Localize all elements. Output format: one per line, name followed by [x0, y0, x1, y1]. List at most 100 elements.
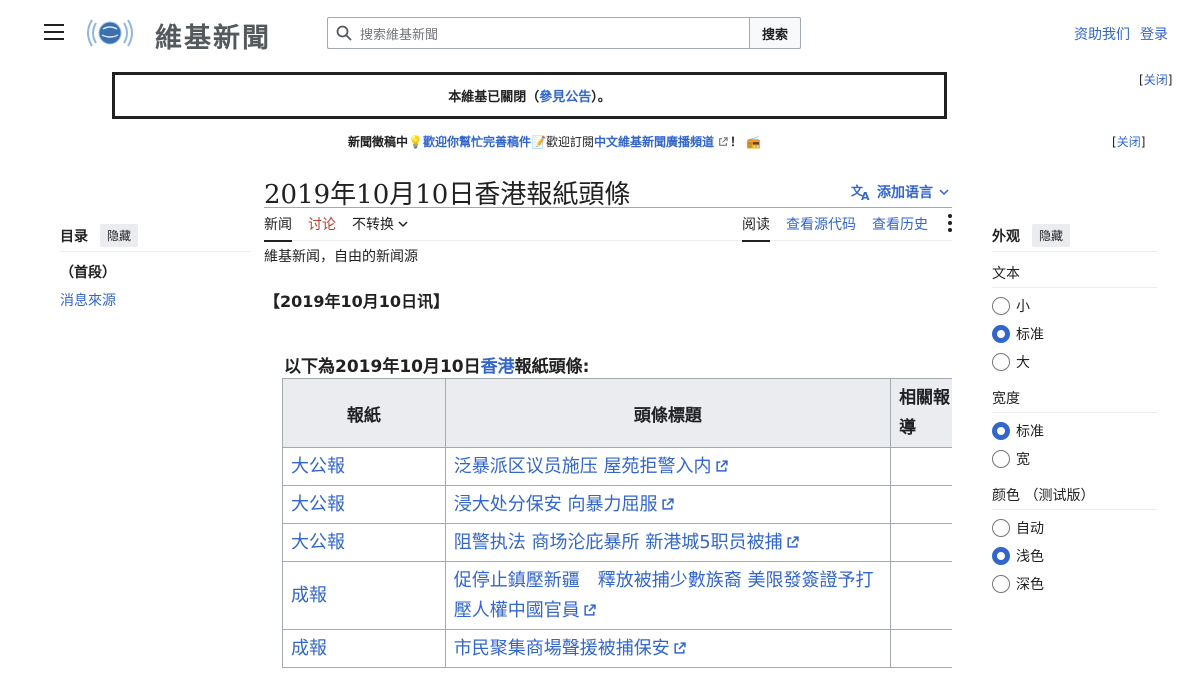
table-row: 成報 市民聚集商場聲援被捕保安: [282, 629, 952, 668]
color-label: 颜色 （测试版）: [992, 488, 1095, 504]
notice-prefix: 新聞徵稿中: [348, 135, 409, 149]
headline-link[interactable]: 泛暴派区议员施压 屋苑拒警入内: [454, 456, 728, 477]
table-caption: 以下為2019年10月10日香港報紙頭條:: [284, 352, 589, 377]
headline-text: 浸大处分保安 向暴力屈服: [453, 493, 658, 515]
newspaper-link[interactable]: 成報: [291, 585, 327, 606]
radio-label: 自动: [1016, 521, 1044, 537]
width-wide-radio[interactable]: 宽: [992, 445, 1157, 473]
column-header-related: 相關報導: [890, 378, 952, 448]
dismiss-label[interactable]: 关闭: [1117, 135, 1141, 149]
memo-icon: 📝: [530, 134, 546, 149]
color-auto-radio[interactable]: 自动: [992, 514, 1157, 542]
width-label: 宽度: [992, 391, 1020, 407]
headline-link[interactable]: 阻警执法 商场沦庇暴所 新港城5职员被捕: [454, 532, 799, 553]
width-standard-radio[interactable]: 标准: [992, 417, 1157, 445]
tab-view-source[interactable]: 查看源代码: [786, 214, 856, 240]
headline-link[interactable]: 市民聚集商場聲援被捕保安: [454, 638, 686, 659]
related-cell: [890, 485, 952, 524]
dismiss-label[interactable]: 关闭: [1144, 73, 1168, 87]
radio-dot: [992, 297, 1010, 315]
closed-notice-suffix: ）。: [591, 90, 611, 105]
table-row: 成報 促停止鎮壓新疆 釋放被捕少數族裔 美限發簽證予打壓人權中國官員: [282, 561, 952, 630]
external-link-icon: [674, 641, 686, 654]
external-link-icon: [787, 535, 799, 548]
improve-articles-link[interactable]: 歡迎你幫忙完善稿件: [423, 133, 531, 150]
text-size-large-radio[interactable]: 大: [992, 348, 1157, 376]
related-cell: [890, 447, 952, 486]
radio-label: 大: [1016, 355, 1030, 371]
toc-header: 目录 隐藏: [60, 224, 139, 247]
appearance-divider: [992, 287, 1157, 288]
tab-discussion[interactable]: 讨论: [308, 214, 336, 242]
newspaper-link[interactable]: 大公報: [291, 456, 345, 477]
appearance-panel: 外观 隐藏 文本 小 标准 大 宽度 标准 宽 颜色 （测试版） 自动 浅色 深…: [992, 224, 1157, 598]
toc-item-top[interactable]: （首段）: [60, 262, 116, 282]
column-header-newspaper: 報紙: [282, 378, 446, 448]
table-row: 大公報 泛暴派区议员施压 屋苑拒警入内: [282, 447, 952, 486]
external-link-icon: [661, 497, 674, 510]
radio-label: 宽: [1016, 452, 1030, 468]
newspaper-link[interactable]: 大公報: [291, 494, 345, 515]
donate-link[interactable]: 资助我们: [1074, 24, 1130, 44]
radio-dot: [992, 519, 1010, 537]
page-title: 2019年10月10日香港報紙頭條: [264, 180, 631, 210]
appearance-title: 外观: [992, 228, 1020, 245]
radio-label: 标准: [1016, 424, 1044, 440]
dismiss-closed-notice[interactable]: [关闭]: [1139, 71, 1172, 88]
headline-link[interactable]: 浸大处分保安 向暴力屈服: [454, 494, 674, 515]
search-icon: [336, 25, 352, 41]
hong-kong-link[interactable]: 香港: [481, 357, 515, 377]
headline-text: 阻警执法 商场沦庇暴所 新港城5职员被捕: [453, 531, 783, 553]
text-size-standard-radio[interactable]: 标准: [992, 320, 1157, 348]
headline-link[interactable]: 促停止鎮壓新疆 釋放被捕少數族裔 美限發簽證予打壓人權中國官員: [454, 570, 874, 621]
toc-divider: [60, 251, 250, 252]
search-form: 搜索維基新聞 搜索: [327, 17, 801, 49]
radio-label: 标准: [1016, 327, 1044, 343]
external-link-icon: [715, 459, 728, 472]
variant-dropdown[interactable]: 不转换: [352, 214, 408, 242]
external-link-icon: [719, 136, 728, 146]
tab-read[interactable]: 阅读: [742, 214, 770, 242]
appearance-hide-button[interactable]: 隐藏: [1032, 224, 1071, 247]
table-row: 大公報 浸大处分保安 向暴力屈服: [282, 485, 952, 524]
appearance-divider: [992, 509, 1157, 510]
variant-label: 不转换: [352, 217, 394, 233]
text-size-label: 文本: [992, 266, 1020, 282]
text-size-small-radio[interactable]: 小: [992, 292, 1157, 320]
radio-dot: [992, 353, 1010, 371]
radio-dot: [992, 575, 1010, 593]
page-tabs: 新闻 讨论 不转换 阅读 查看源代码 查看历史: [264, 214, 952, 242]
radio-dot-selected: [992, 325, 1010, 343]
radio-label: 浅色: [1016, 549, 1044, 565]
title-divider: [264, 207, 952, 208]
tab-view-history[interactable]: 查看历史: [872, 214, 928, 240]
more-actions-icon[interactable]: [948, 214, 952, 232]
main-menu-button[interactable]: [44, 24, 64, 40]
color-light-radio[interactable]: 浅色: [992, 542, 1157, 570]
site-wordmark[interactable]: 維基新聞: [155, 16, 271, 55]
add-languages-button[interactable]: 文A 添加语言: [851, 182, 949, 202]
add-languages-label: 添加语言: [877, 185, 933, 201]
newspaper-link[interactable]: 成報: [291, 638, 327, 659]
tab-news[interactable]: 新闻: [264, 214, 292, 242]
headline-text: 市民聚集商場聲援被捕保安: [453, 637, 670, 659]
closed-notice-text: 本維基已關閉（: [448, 90, 540, 105]
toc-item-sources[interactable]: 消息來源: [60, 290, 116, 310]
toc-title: 目录: [60, 228, 88, 245]
newspaper-link[interactable]: 大公報: [291, 532, 345, 553]
search-button[interactable]: 搜索: [749, 17, 801, 49]
table-header-row: 報紙 頭條標題 相關報導: [282, 378, 952, 448]
announcement-link[interactable]: 參見公告: [539, 86, 591, 105]
dismiss-site-notice[interactable]: [关闭]: [1112, 133, 1145, 150]
broadcast-channel-link[interactable]: 中文維基新聞廣播頻道: [594, 133, 714, 150]
color-dark-radio[interactable]: 深色: [992, 570, 1157, 598]
login-link[interactable]: 登录: [1140, 24, 1168, 44]
wiki-closed-notice: 本維基已關閉（ 參見公告）。: [112, 72, 947, 119]
chevron-down-icon: [939, 189, 949, 196]
toc-hide-button[interactable]: 隐藏: [100, 224, 139, 247]
wikinews-logo-icon[interactable]: [84, 14, 136, 52]
search-input[interactable]: 搜索維基新聞: [327, 17, 749, 49]
appearance-header: 外观 隐藏: [992, 224, 1157, 247]
headlines-table-container: 報紙 頭條標題 相關報導 大公報 泛暴派区议员施压 屋苑拒警入内 大公報 浸大处…: [282, 378, 952, 675]
headline-text: 促停止鎮壓新疆 釋放被捕少數族裔 美限發簽證予打壓人權中國官員: [453, 569, 874, 621]
